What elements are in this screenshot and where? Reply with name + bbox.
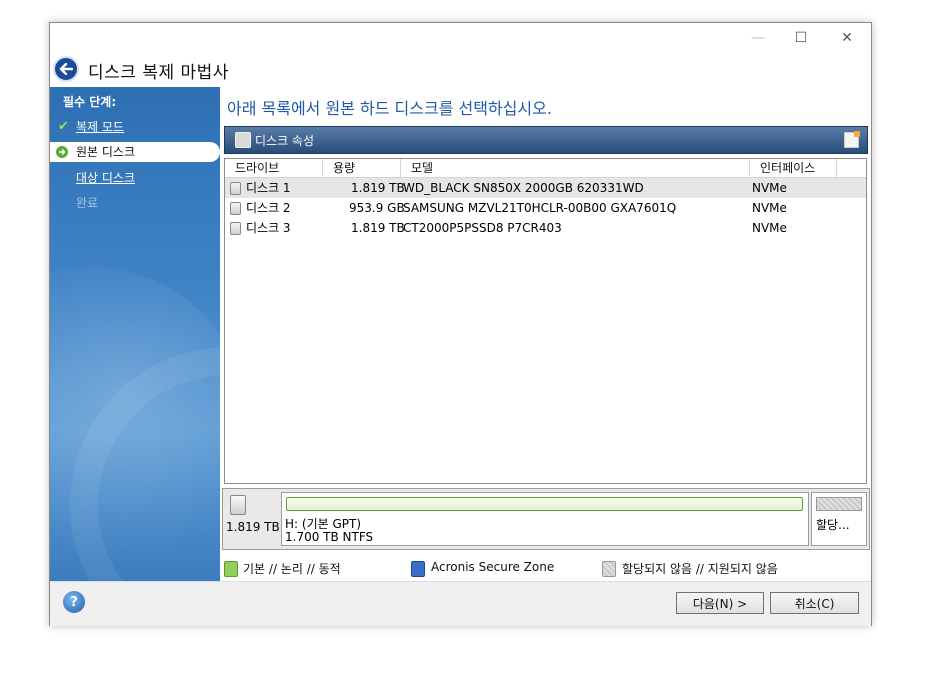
capacity-cell: 1.819 TB	[351, 221, 405, 235]
unallocated-block[interactable]: 할당...	[811, 492, 867, 546]
window-title: 디스크 복제 마법사	[88, 63, 229, 83]
cancel-button[interactable]: 취소(C)	[770, 592, 859, 614]
close-icon: ✕	[841, 30, 853, 46]
unallocated-pattern-icon	[816, 497, 862, 511]
steps-heading: 필수 단계:	[63, 95, 117, 109]
interface-cell: NVMe	[752, 181, 787, 195]
back-arrow-icon[interactable]	[53, 56, 79, 82]
maximize-icon: ☐	[794, 30, 808, 46]
sidebar-item-label: 원본 디스크	[76, 145, 136, 159]
disk-icon	[230, 202, 241, 215]
interface-cell: NVMe	[752, 221, 787, 235]
partition-block[interactable]: H: (기본 GPT) 1.700 TB NTFS	[281, 492, 809, 546]
drive-cell: 디스크 1	[246, 181, 291, 195]
sidebar-item-source-disk[interactable]: 원본 디스크	[50, 142, 220, 162]
capacity-cell: 953.9 GB	[349, 201, 405, 215]
column-model[interactable]: 모델	[401, 159, 750, 178]
sidebar-item-label: 완료	[76, 196, 99, 210]
disk-size: 1.819 TB	[226, 520, 280, 534]
model-cell: SAMSUNG MZVL21T0HCLR-00B00 GXA7601Q	[403, 201, 677, 215]
column-capacity[interactable]: 용량	[323, 159, 401, 178]
wizard-footer: ? 다음(N) > 취소(C)	[50, 581, 871, 626]
legend-secure-zone: Acronis Secure Zone	[431, 560, 555, 574]
model-cell: CT2000P5PSSD8 P7CR403	[403, 221, 562, 235]
disk-layout-map: 1.819 TB H: (기본 GPT) 1.700 TB NTFS 할당...	[222, 488, 870, 550]
check-icon: ✔	[58, 119, 69, 134]
help-icon-glyph: ?	[70, 594, 78, 610]
sidebar-item-clone-mode[interactable]: ✔ 복제 모드	[50, 117, 220, 137]
table-row[interactable]: 디스크 1 1.819 TB WD_BLACK SN850X 2000GB 62…	[225, 178, 866, 198]
primary-legend-swatch	[224, 561, 238, 577]
column-filler	[837, 159, 866, 178]
legend-primary: 기본 // 논리 // 동적	[243, 562, 341, 576]
disk-clone-wizard-window: — ☐ ✕ 디스크 복제 마법사 필수 단계: ✔ 복제 모드 원본 디스크 대…	[49, 22, 872, 626]
interface-cell: NVMe	[752, 201, 787, 215]
disk-toolbar: 디스크 속성	[224, 126, 868, 154]
help-icon[interactable]: ?	[63, 591, 85, 613]
legend-unallocated: 할당되지 않음 // 지원되지 않음	[622, 562, 778, 576]
drive-cell: 디스크 3	[246, 221, 291, 235]
table-row[interactable]: 디스크 2 953.9 GB SAMSUNG MZVL21T0HCLR-00B0…	[225, 198, 866, 218]
toolbar-options-icon[interactable]	[844, 131, 860, 148]
steps-sidebar: 필수 단계: ✔ 복제 모드 원본 디스크 대상 디스크 완료	[50, 87, 220, 581]
model-cell: WD_BLACK SN850X 2000GB 620331WD	[403, 181, 644, 195]
sidebar-item-target-disk[interactable]: 대상 디스크	[50, 168, 220, 188]
maximize-button[interactable]: ☐	[778, 23, 824, 53]
disk-icon	[230, 495, 246, 515]
arrow-right-icon	[56, 146, 68, 158]
disk-list[interactable]: 드라이브 용량 모델 인터페이스 디스크 1 1.819 TB WD_BLACK…	[224, 158, 867, 484]
partition-size: 1.700 TB NTFS	[285, 530, 374, 544]
page-heading: 아래 목록에서 원본 하드 디스크를 선택하십시오.	[227, 99, 552, 118]
sidebar-item-label: 대상 디스크	[76, 171, 136, 185]
minimize-icon: —	[751, 30, 765, 46]
drive-cell: 디스크 2	[246, 201, 291, 215]
unallocated-label: 할당...	[816, 518, 850, 532]
column-drive[interactable]: 드라이브	[225, 159, 323, 178]
next-button[interactable]: 다음(N) >	[676, 592, 764, 614]
capacity-cell: 1.819 TB	[351, 181, 405, 195]
column-interface[interactable]: 인터페이스	[750, 159, 837, 178]
disk-properties-button[interactable]: 디스크 속성	[255, 132, 314, 149]
close-button[interactable]: ✕	[824, 23, 870, 53]
table-row[interactable]: 디스크 3 1.819 TB CT2000P5PSSD8 P7CR403 NVM…	[225, 218, 866, 238]
minimize-button[interactable]: —	[735, 23, 781, 53]
unallocated-legend-swatch	[602, 561, 616, 577]
partition-usage-bar	[286, 497, 803, 511]
sidebar-item-finish: 완료	[50, 193, 220, 213]
disk-icon	[230, 182, 241, 195]
sidebar-item-label: 복제 모드	[76, 120, 124, 134]
disk-icon	[230, 222, 241, 235]
disk-properties-icon[interactable]	[235, 132, 251, 148]
secure-zone-legend-swatch	[411, 561, 425, 577]
